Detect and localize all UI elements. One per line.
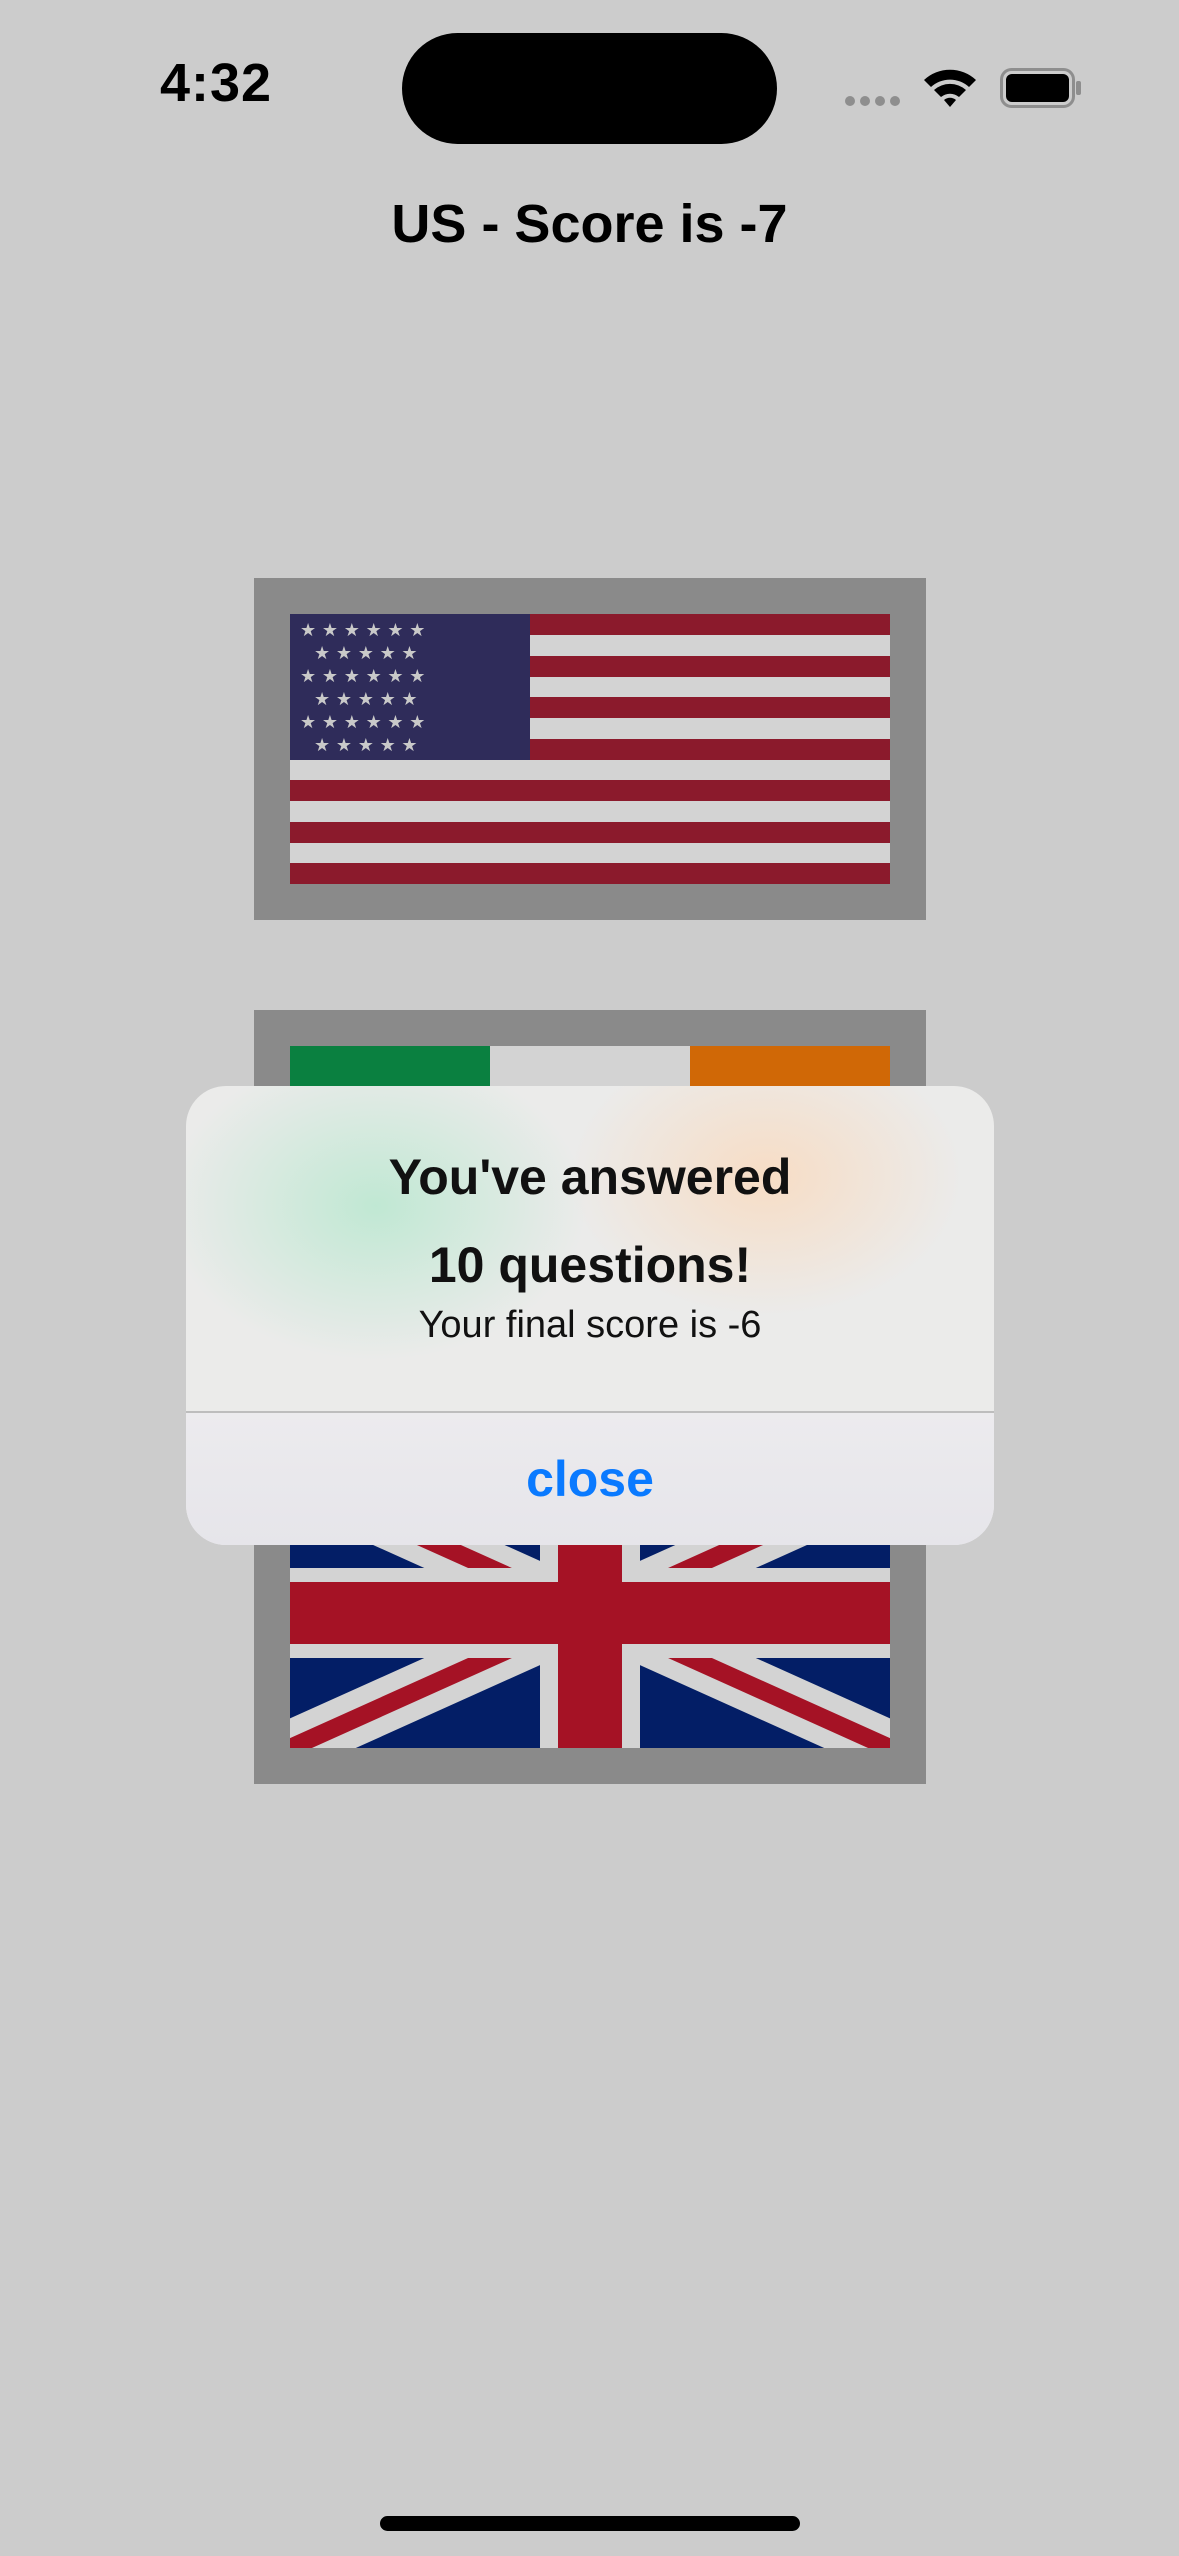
close-button[interactable]: close	[186, 1413, 994, 1545]
alert-message: Your final score is -6	[418, 1304, 762, 1346]
alert-title-line2: 10 questions!	[428, 1237, 752, 1293]
score-alert-dialog: You've answered 10 questions! Your final…	[186, 1086, 994, 1545]
home-indicator[interactable]	[380, 2516, 800, 2531]
alert-title-line1: You've answered	[388, 1149, 792, 1205]
